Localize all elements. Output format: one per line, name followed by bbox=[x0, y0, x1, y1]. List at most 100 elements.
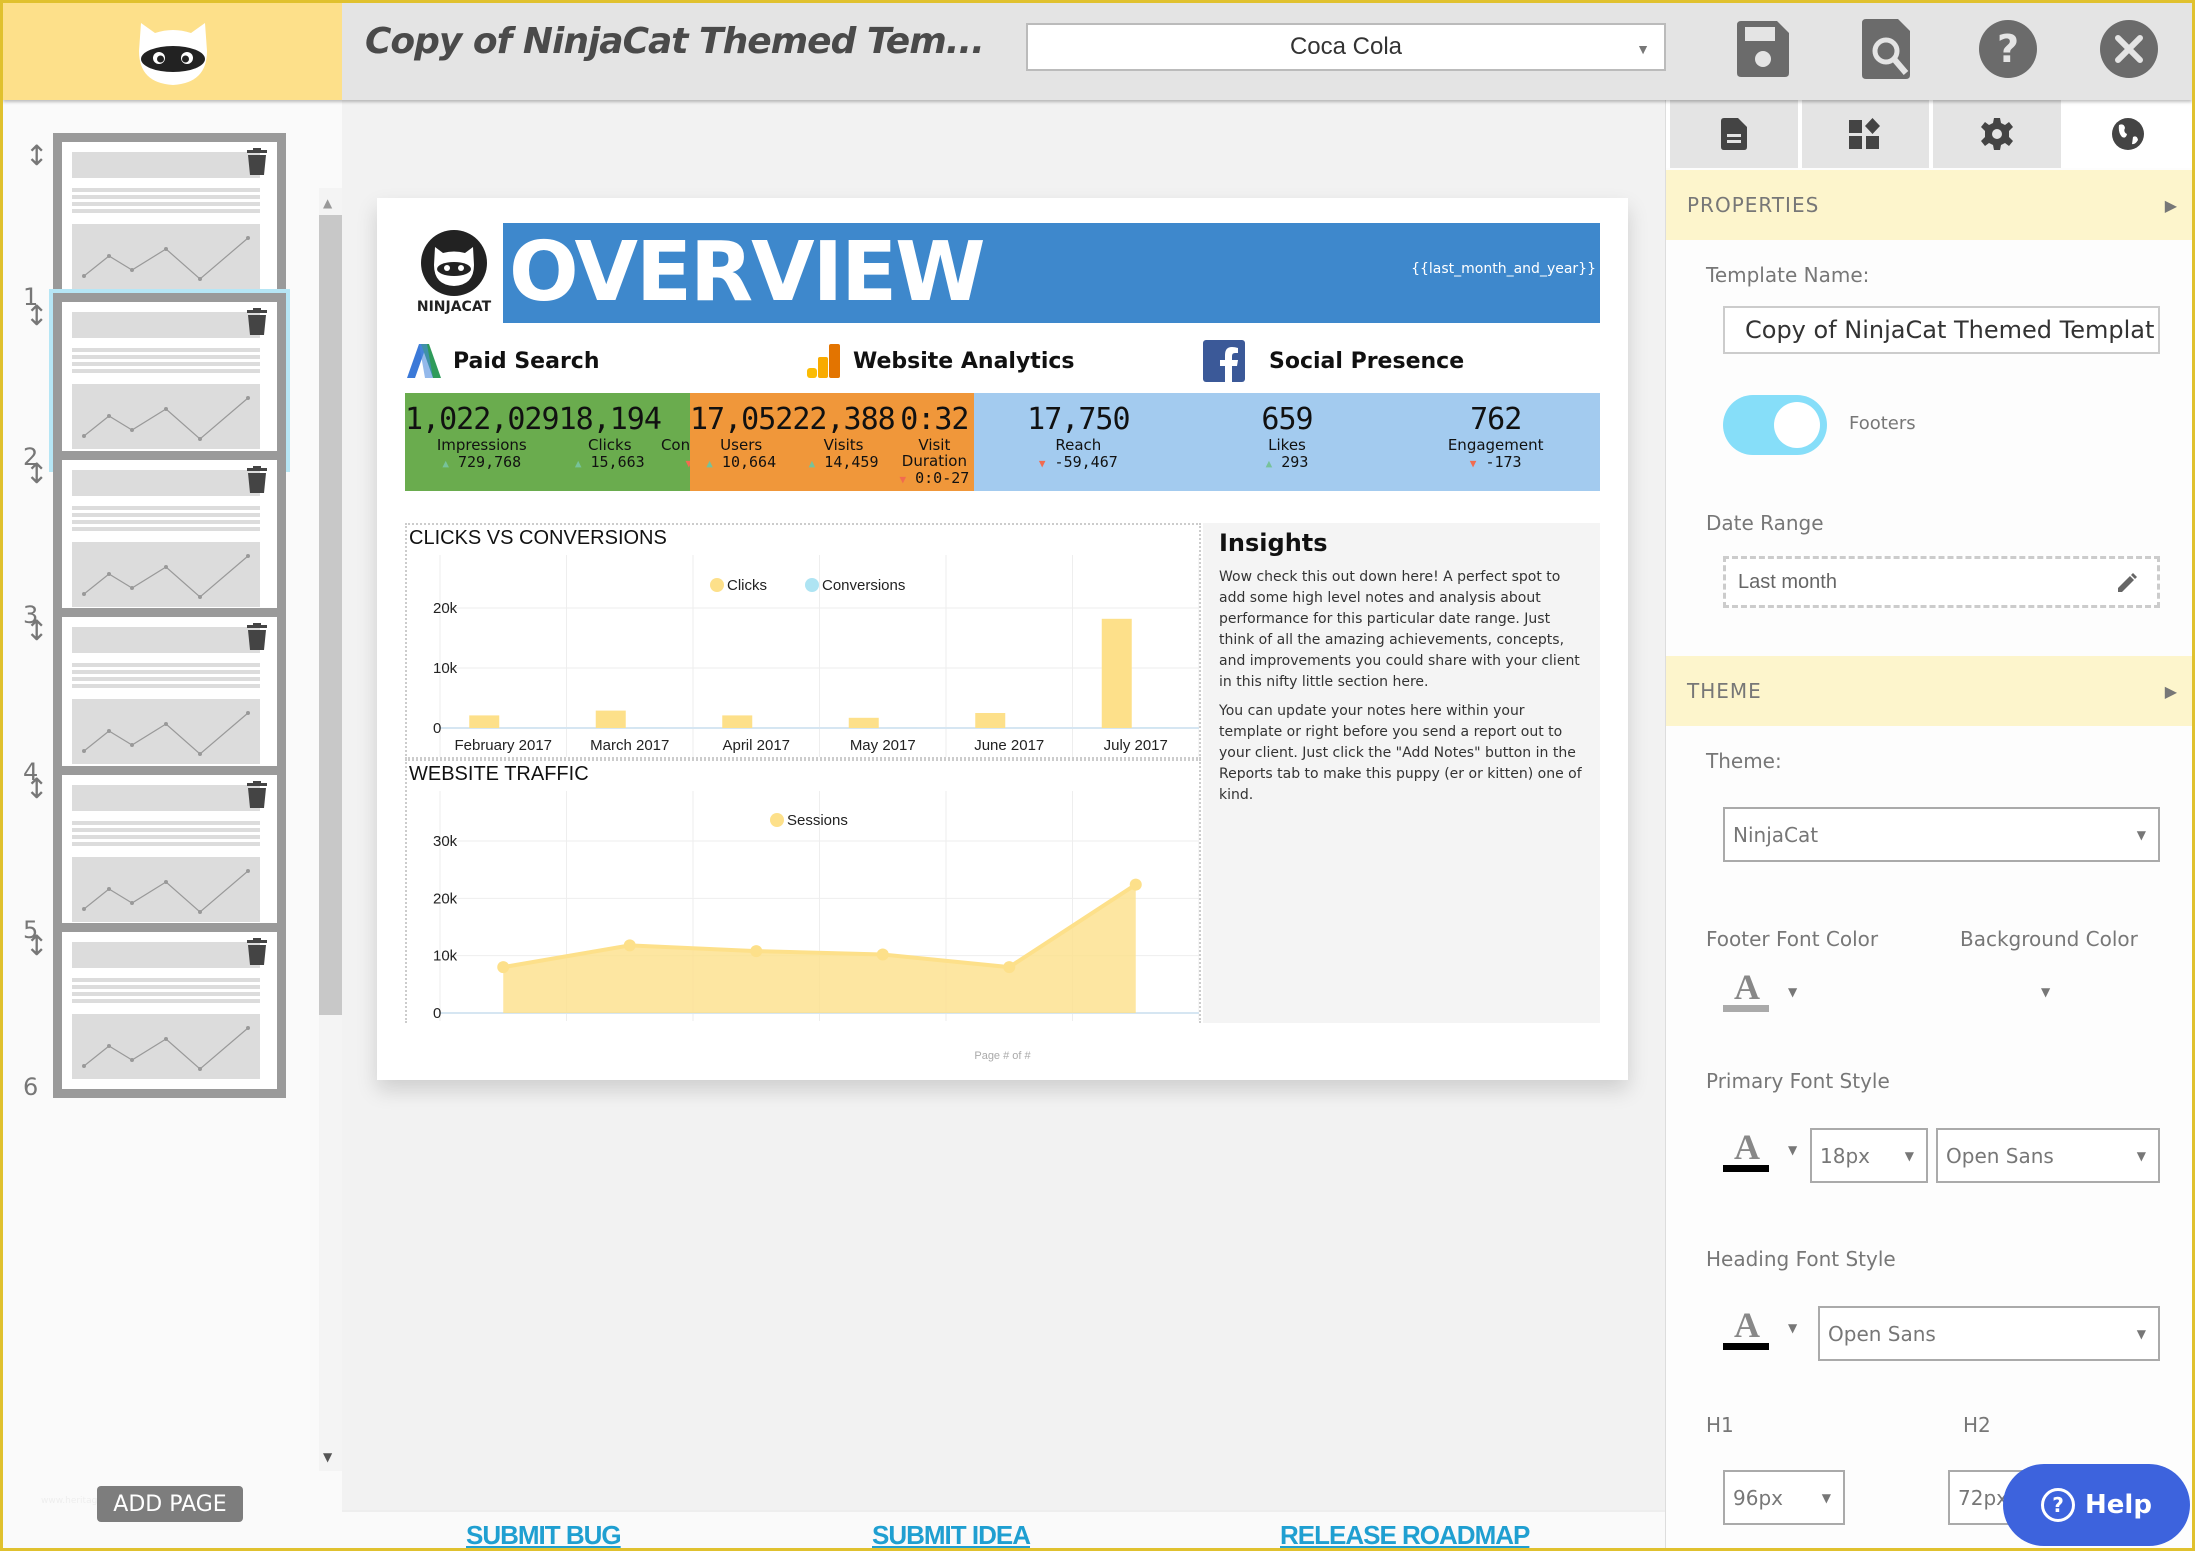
thumb-line bbox=[72, 828, 260, 832]
report-banner[interactable]: OVERVIEW {{last_month_and_year}} bbox=[503, 223, 1600, 323]
tab-document[interactable] bbox=[1670, 100, 1798, 168]
color-swatch bbox=[1723, 1165, 1769, 1172]
background-color-dropdown[interactable]: ▼ bbox=[2041, 985, 2050, 999]
kpi-tile[interactable]: 1,022,029 Impressions ▲ 729,768 bbox=[405, 393, 560, 491]
add-page-button[interactable]: ADD PAGE bbox=[97, 1486, 243, 1522]
release-roadmap-link[interactable]: RELEASE ROADMAP bbox=[1280, 1520, 1530, 1548]
chevron-down-icon[interactable]: ▼ bbox=[1788, 1321, 1797, 1335]
kpi-tile[interactable]: 18,194 Clicks ▲ 15,663 bbox=[559, 393, 662, 491]
document-title[interactable]: Copy of NinjaCat Themed Tem... bbox=[365, 21, 985, 62]
drag-handle-icon[interactable]: ↕ bbox=[25, 139, 48, 172]
clicks-vs-conversions-chart[interactable]: CLICKS VS CONVERSIONS 0 10k 20k Clicks Conve… bbox=[405, 523, 1201, 759]
trash-icon[interactable] bbox=[245, 148, 269, 176]
google-analytics-icon bbox=[807, 344, 840, 378]
date-range-label: Date Range bbox=[1706, 511, 1824, 535]
app-logo[interactable] bbox=[3, 3, 342, 100]
trend-down-icon: ▼ bbox=[1469, 457, 1477, 470]
section-paid-search[interactable]: Paid Search bbox=[405, 330, 805, 392]
page-thumbnail[interactable] bbox=[49, 289, 290, 472]
drag-handle-icon[interactable]: ↕ bbox=[25, 614, 48, 647]
scroll-down-arrow-icon[interactable]: ▼ bbox=[323, 1450, 332, 1464]
footers-toggle[interactable] bbox=[1723, 395, 1827, 455]
theme-header[interactable]: THEME ▶ bbox=[1666, 656, 2192, 726]
drag-handle-icon[interactable]: ↕ bbox=[25, 772, 48, 805]
submit-idea-link[interactable]: SUBMIT IDEA bbox=[872, 1520, 1031, 1548]
client-select[interactable]: Coca Cola ▼ bbox=[1026, 23, 1666, 71]
trash-icon[interactable] bbox=[245, 466, 269, 494]
y-tick-label: 20k bbox=[433, 600, 458, 617]
report-logo-text: NINJACAT bbox=[416, 299, 492, 315]
primary-font-size-select[interactable]: 18px ▼ bbox=[1810, 1128, 1928, 1183]
section-website-analytics[interactable]: Website Analytics bbox=[805, 330, 1205, 392]
heading-font-family-select[interactable]: Open Sans ▼ bbox=[1818, 1306, 2160, 1361]
page-thumbnail[interactable] bbox=[53, 133, 286, 308]
insights-panel[interactable]: Insights Wow check this out down here! A… bbox=[1203, 523, 1600, 1023]
trash-icon[interactable] bbox=[245, 781, 269, 809]
chevron-down-icon[interactable]: ▼ bbox=[1788, 985, 1797, 999]
scrollbar-thumb[interactable] bbox=[319, 215, 343, 1015]
template-name-label: Template Name: bbox=[1706, 263, 1870, 287]
page-thumbnail[interactable] bbox=[53, 923, 286, 1098]
close-button[interactable] bbox=[2099, 19, 2159, 79]
footer-font-color-label: Footer Font Color bbox=[1706, 927, 1879, 951]
pencil-icon[interactable] bbox=[2115, 571, 2139, 595]
kpi-value: 17,052 bbox=[690, 402, 793, 437]
trash-icon[interactable] bbox=[245, 308, 269, 336]
y-tick-label: 10k bbox=[433, 660, 458, 677]
page-thumbnail-item[interactable]: ↕ 6 bbox=[3, 923, 303, 1143]
report-logo[interactable]: NINJACAT bbox=[405, 223, 503, 323]
drag-handle-icon[interactable]: ↕ bbox=[25, 457, 48, 490]
kpi-tile[interactable]: 17,750 Reach ▼ -59,467 bbox=[974, 393, 1183, 491]
panel-tabs bbox=[1666, 100, 2192, 168]
page-thumbnail[interactable] bbox=[53, 608, 286, 783]
drag-handle-icon[interactable]: ↕ bbox=[25, 929, 48, 962]
template-name-input[interactable]: Copy of NinjaCat Themed Templat bbox=[1723, 306, 2160, 354]
help-toolbar-button[interactable]: ? bbox=[1978, 19, 2038, 79]
page-thumbnail[interactable] bbox=[53, 766, 286, 941]
help-label: Help bbox=[2085, 1490, 2152, 1520]
thumb-line bbox=[72, 835, 260, 839]
tab-widgets[interactable] bbox=[1801, 100, 1929, 168]
submit-bug-link[interactable]: SUBMIT BUG bbox=[466, 1520, 622, 1548]
footer-font-color-picker[interactable]: A bbox=[1723, 969, 1771, 1012]
thumb-line bbox=[72, 663, 260, 667]
save-button[interactable] bbox=[1733, 19, 1793, 79]
bar-clicks bbox=[1101, 618, 1132, 728]
chevron-down-icon[interactable]: ▼ bbox=[1788, 1143, 1797, 1157]
kpi-tile[interactable]: 659 Likes ▲ 293 bbox=[1183, 393, 1392, 491]
heading-font-color-picker[interactable]: A bbox=[1723, 1307, 1771, 1350]
legend-label: Clicks bbox=[727, 577, 767, 594]
tab-settings[interactable] bbox=[1933, 100, 2061, 168]
kpi-label: Visits bbox=[823, 436, 864, 454]
trend-up-icon: ▲ bbox=[442, 457, 449, 470]
kpi-tile[interactable]: 22,388 Visits ▲ 14,459 bbox=[792, 393, 895, 491]
date-range-field[interactable]: Last month bbox=[1723, 556, 2160, 608]
thumb-header bbox=[72, 627, 260, 653]
legend-marker bbox=[770, 813, 784, 827]
help-chat-button[interactable]: ? Help bbox=[2003, 1464, 2190, 1546]
kpi-tile[interactable]: 17,052 Users ▲ 10,664 bbox=[690, 393, 793, 491]
primary-font-family-select[interactable]: Open Sans ▼ bbox=[1936, 1128, 2160, 1183]
heading-font-style-label: Heading Font Style bbox=[1706, 1247, 1896, 1271]
kpi-value: 0:32 bbox=[900, 402, 969, 437]
kpi-tile[interactable]: 0:32 Visit Duration ▼ 0:0-27 bbox=[895, 393, 974, 491]
theme-select[interactable]: NinjaCat ▼ bbox=[1723, 807, 2160, 862]
page-thumbnail[interactable] bbox=[53, 451, 286, 626]
chevron-down-icon: ▼ bbox=[2136, 827, 2146, 842]
trash-icon[interactable] bbox=[245, 623, 269, 651]
bar-clicks bbox=[595, 710, 626, 728]
trash-icon[interactable] bbox=[245, 938, 269, 966]
kpi-tile[interactable]: 762 Engagement ▼ -173 bbox=[1391, 393, 1600, 491]
kpi-delta: ▲ 293 bbox=[1183, 453, 1392, 473]
drag-handle-icon[interactable]: ↕ bbox=[25, 299, 48, 332]
chevron-down-icon: ▼ bbox=[2136, 1148, 2146, 1163]
h1-size-select[interactable]: 96px ▼ bbox=[1723, 1470, 1845, 1525]
tab-theme[interactable] bbox=[2064, 100, 2192, 168]
sessions-point bbox=[750, 945, 763, 958]
preview-button[interactable] bbox=[1858, 19, 1918, 79]
website-traffic-chart[interactable]: WEBSITE TRAFFIC 010k20k30kSessionsFebrua… bbox=[405, 759, 1201, 1023]
scroll-up-arrow-icon[interactable]: ▲ bbox=[323, 196, 332, 210]
primary-font-color-picker[interactable]: A bbox=[1723, 1129, 1771, 1172]
properties-header[interactable]: PROPERTIES ▶ bbox=[1666, 170, 2192, 240]
section-social-presence[interactable]: Social Presence bbox=[1203, 330, 1603, 392]
